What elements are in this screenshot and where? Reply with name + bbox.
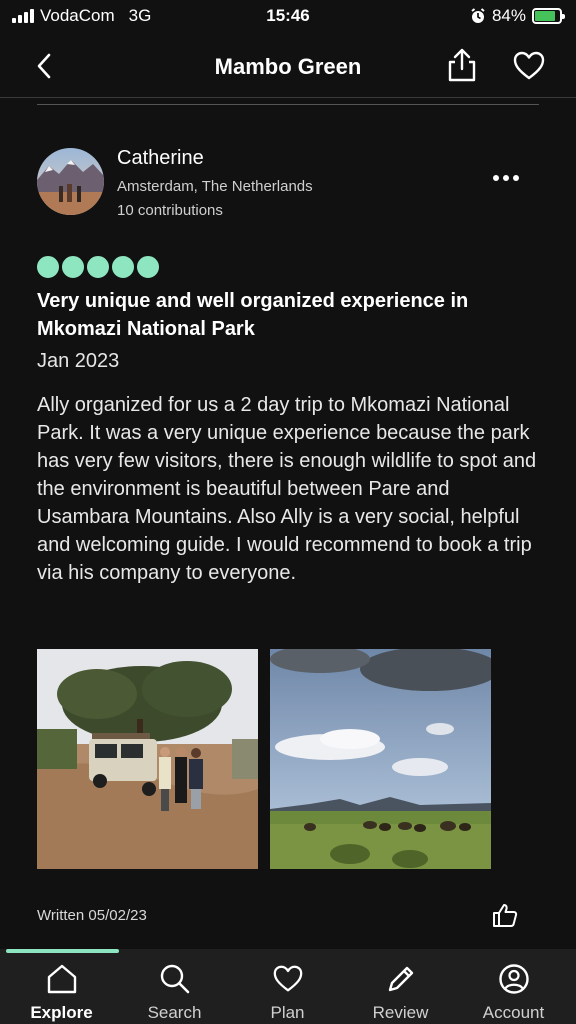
review-body: Ally organized for us a 2 day trip to Mk… xyxy=(37,394,537,584)
heart-icon xyxy=(513,51,545,80)
nav-label: Explore xyxy=(30,1003,93,1022)
header-divider xyxy=(0,97,576,98)
page-title: Mambo Green xyxy=(214,54,362,79)
top-header: Mambo Green xyxy=(0,34,576,98)
nav-review[interactable]: Review xyxy=(343,949,458,1024)
bottom-nav: Explore Search Plan Review Account xyxy=(0,949,576,1024)
share-button[interactable] xyxy=(446,47,478,83)
nav-plan[interactable]: Plan xyxy=(230,949,345,1024)
review-title: Very unique and well organized experienc… xyxy=(37,290,469,340)
status-bar: VodaCom 3G 15:46 84% xyxy=(0,0,576,34)
rating-bubble-icon xyxy=(137,256,159,278)
more-options-button[interactable] xyxy=(490,170,522,186)
search-icon xyxy=(160,964,189,994)
heart-icon xyxy=(273,965,302,992)
nav-explore[interactable]: Explore xyxy=(4,949,119,1024)
reviewer-location: Amsterdam, The Netherlands xyxy=(117,178,313,195)
rating-bubble-icon xyxy=(112,256,134,278)
review-photo-safari-vehicle[interactable] xyxy=(37,649,258,869)
rating-bubble-icon xyxy=(87,256,109,278)
alarm-icon xyxy=(471,8,485,23)
rating-bubble-icon xyxy=(37,256,59,278)
share-icon xyxy=(448,48,476,82)
pencil-icon xyxy=(388,966,413,992)
reviewer-avatar[interactable] xyxy=(37,148,104,215)
save-heart-button[interactable] xyxy=(512,50,546,82)
more-dot-icon xyxy=(513,175,519,181)
home-icon xyxy=(47,964,76,994)
status-right: 84% xyxy=(470,6,565,26)
nav-account[interactable]: Account xyxy=(456,949,571,1024)
nav-label: Plan xyxy=(270,1003,305,1022)
nav-label: Review xyxy=(372,1003,429,1022)
review-date: Jan 2023 xyxy=(37,350,120,372)
rating-bubble-icon xyxy=(62,256,84,278)
card-divider xyxy=(37,104,539,105)
written-date: Written 05/02/23 xyxy=(37,907,147,924)
review-photo-landscape[interactable] xyxy=(270,649,491,869)
rating-bubbles xyxy=(37,256,159,278)
reviewer-name[interactable]: Catherine xyxy=(117,147,204,170)
nav-label: Search xyxy=(147,1003,202,1022)
battery-charging-icon xyxy=(532,8,565,24)
battery-percent: 84% xyxy=(491,6,526,25)
thumbs-up-icon xyxy=(493,904,518,927)
more-dot-icon xyxy=(493,175,499,181)
nav-search[interactable]: Search xyxy=(117,949,232,1024)
account-icon xyxy=(498,964,529,994)
more-dot-icon xyxy=(503,175,509,181)
helpful-vote-button[interactable] xyxy=(492,902,518,928)
reviewer-contributions: 10 contributions xyxy=(117,202,223,219)
nav-label: Account xyxy=(482,1003,545,1022)
